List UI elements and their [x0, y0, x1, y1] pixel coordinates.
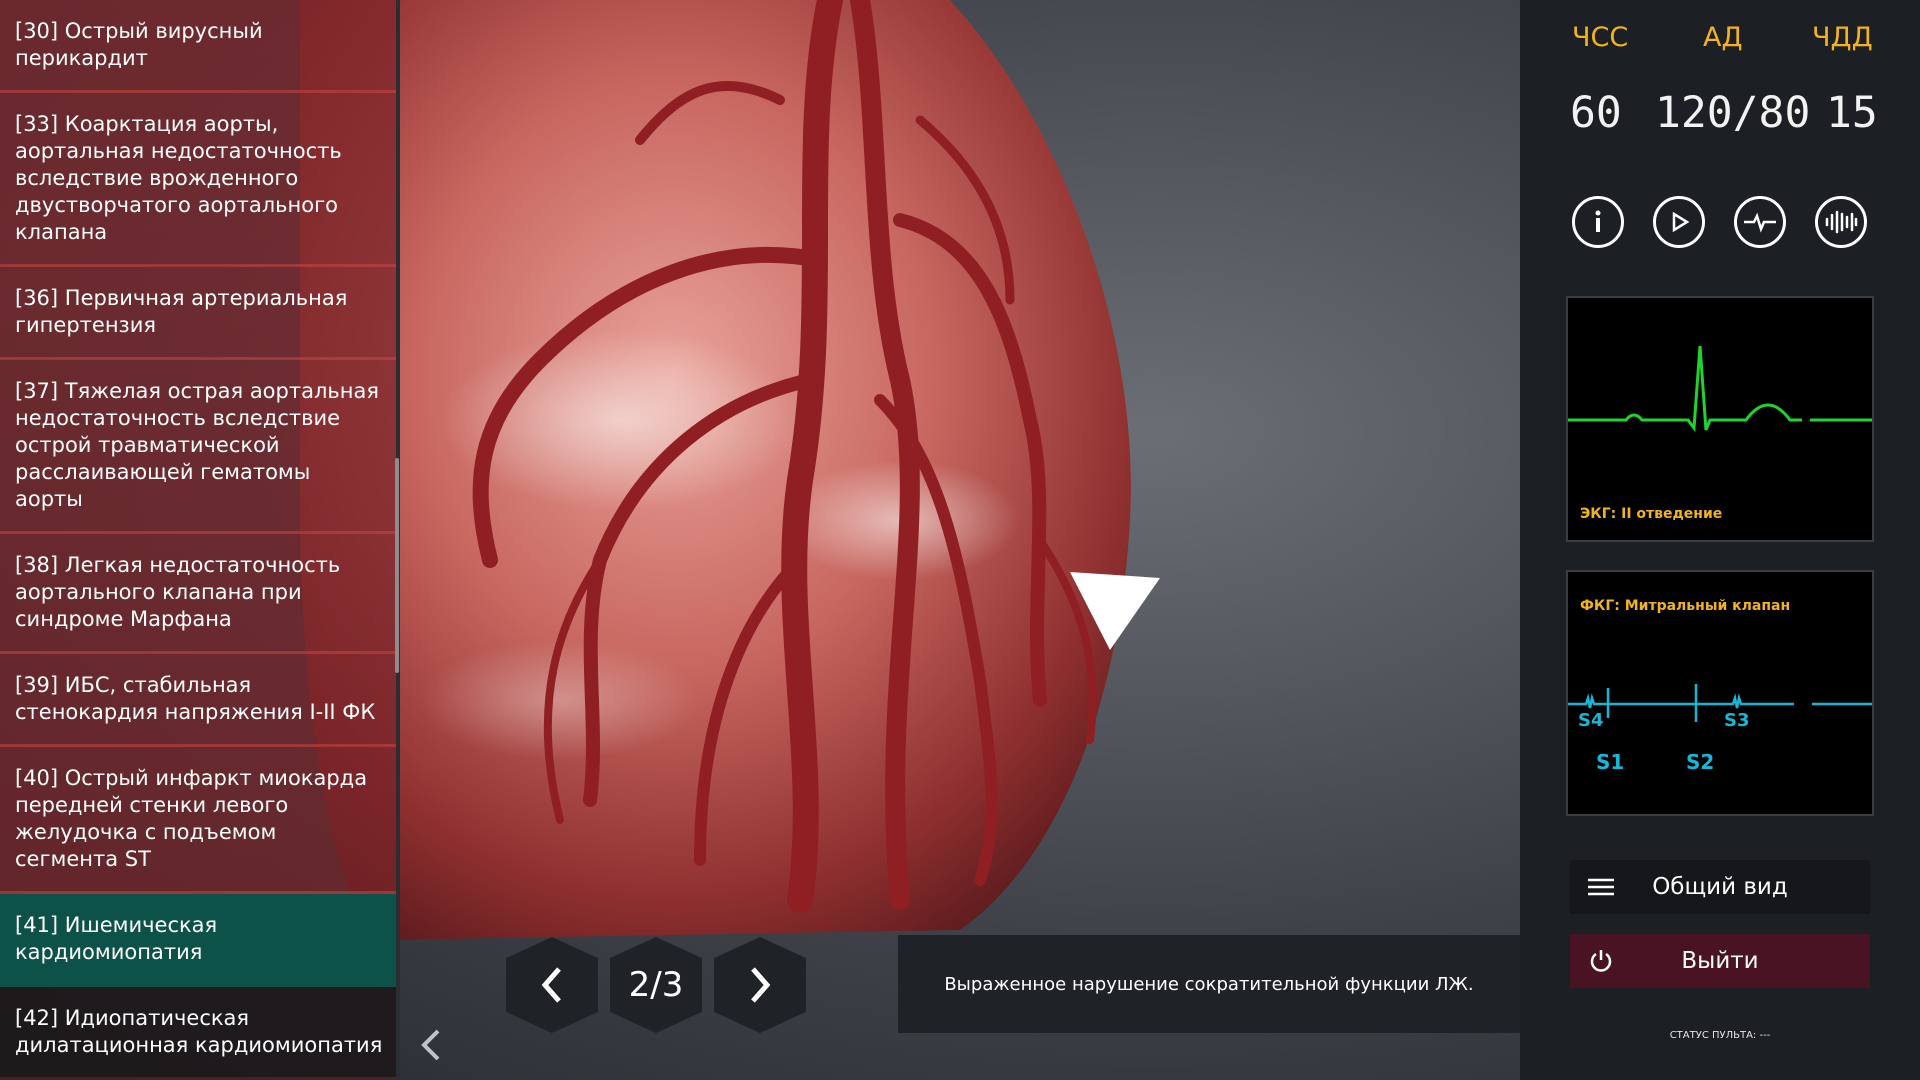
case-label: [30] Острый вирусный перикардит	[15, 19, 263, 70]
overview-label: Общий вид	[1652, 874, 1788, 900]
case-label: [40] Острый инфаркт миокарда передней ст…	[15, 766, 368, 871]
case-item-36[interactable]: [36] Первичная артериальная гипертензия	[0, 267, 396, 360]
list-scrollbar[interactable]	[395, 458, 399, 673]
hr-label: ЧСС	[1572, 22, 1629, 53]
ecg-label: ЭКГ: II отведение	[1580, 506, 1723, 522]
rr-value: 15	[1826, 88, 1878, 138]
case-label: [42] Идиопатическая дилатационная кардио…	[15, 1006, 383, 1057]
app-window: [30] Острый вирусный перикардит [33] Коа…	[0, 0, 1920, 1080]
ecg-trace	[1568, 345, 1872, 433]
rr-label: ЧДД	[1812, 22, 1873, 53]
chevron-left-icon	[541, 967, 561, 1003]
case-label: [33] Коарктация аорты, аортальная недост…	[15, 112, 342, 244]
case-item-40[interactable]: [40] Острый инфаркт миокарда передней ст…	[0, 747, 396, 894]
exit-button[interactable]: Выйти	[1570, 934, 1870, 988]
status-text: СТАТУС ПУЛЬТА: ---	[1669, 1030, 1771, 1041]
pcg-mark-s2: S2	[1686, 750, 1715, 774]
description-text: Выраженное нарушение сократительной функ…	[944, 973, 1474, 995]
case-label: [36] Первичная артериальная гипертензия	[15, 286, 348, 337]
pcg-trace	[1568, 684, 1872, 722]
pcg-mark-s1: S1	[1596, 750, 1625, 774]
ecg-icon	[1744, 212, 1776, 233]
chevron-left-icon	[421, 1029, 440, 1061]
collapse-panel-button[interactable]	[414, 1028, 448, 1062]
hr-value: 60	[1570, 88, 1622, 138]
case-label: [37] Тяжелая острая аортальная недостато…	[15, 379, 379, 511]
case-item-33[interactable]: [33] Коарктация аорты, аортальная недост…	[0, 93, 396, 267]
pcg-mark-s3: S3	[1724, 710, 1750, 731]
description-box: Выраженное нарушение сократительной функ…	[898, 935, 1520, 1033]
pcg-monitor: ФКГ: Митральный клапан S4 S3 S1 S2	[1566, 570, 1874, 816]
page-indicator: 2/3	[628, 965, 684, 1005]
pcg-mark-s4: S4	[1578, 710, 1604, 731]
case-item-37[interactable]: [37] Тяжелая острая аортальная недостато…	[0, 360, 396, 534]
ecg-button[interactable]	[1734, 196, 1786, 248]
case-item-30[interactable]: [30] Острый вирусный перикардит	[0, 0, 396, 93]
case-label: [38] Легкая недостаточность аортального …	[15, 553, 341, 631]
exit-label: Выйти	[1681, 948, 1759, 974]
ecg-monitor: ЭКГ: II отведение	[1566, 296, 1874, 542]
bp-value: 120/80	[1655, 88, 1811, 138]
bp-label: АД	[1703, 22, 1743, 53]
case-item-42[interactable]: [42] Идиопатическая дилатационная кардио…	[0, 987, 396, 1077]
info-button[interactable]	[1572, 196, 1624, 248]
case-item-38[interactable]: [38] Легкая недостаточность аортального …	[0, 534, 396, 654]
case-item-39[interactable]: [39] ИБС, стабильная стенокардия напряже…	[0, 654, 396, 747]
sound-wave-icon	[1825, 210, 1858, 234]
sound-button[interactable]	[1815, 196, 1867, 248]
play-icon	[1672, 211, 1690, 233]
case-label: [39] ИБС, стабильная стенокардия напряже…	[15, 673, 376, 724]
overview-button[interactable]: Общий вид	[1570, 860, 1870, 914]
play-button[interactable]	[1653, 196, 1705, 248]
case-label: [41] Ишемическая кардиомиопатия	[15, 913, 218, 964]
chevron-right-icon	[751, 967, 771, 1003]
case-item-41-active[interactable]: [41] Ишемическая кардиомиопатия	[0, 894, 396, 987]
info-icon	[1595, 210, 1601, 232]
case-list: [30] Острый вирусный перикардит [33] Коа…	[0, 0, 396, 1080]
